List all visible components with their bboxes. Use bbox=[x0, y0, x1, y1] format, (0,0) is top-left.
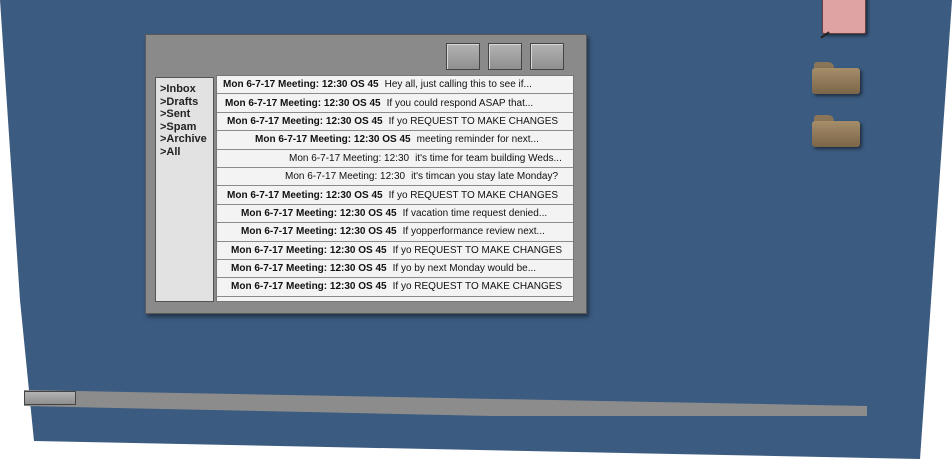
message-row[interactable]: Mon 6-7-17 Meeting: 12:30 OS 45 If yo REQ… bbox=[217, 242, 573, 260]
sidebar-folder-item[interactable]: >Sent bbox=[156, 108, 213, 121]
mail-window: >Inbox >Drafts >Sent >Spam >Archive >All Mon … bbox=[145, 34, 587, 314]
message-header: Mon 6-7-17 Meeting: 12:30 OS 45 bbox=[223, 79, 379, 91]
message-preview: Hey all, just calling this to see if... bbox=[384, 79, 532, 91]
message-header: Mon 6-7-17 Meeting: 12:30 OS 45 bbox=[255, 134, 411, 146]
message-header: Mon 6-7-17 Meeting: 12:30 OS 45 bbox=[231, 244, 387, 256]
message-header: Mon 6-7-17 Meeting: 12:30 OS 45 bbox=[241, 207, 397, 219]
message-header: Mon 6-7-17 Meeting: 12:30 OS 45 bbox=[225, 97, 381, 109]
message-row[interactable]: Mon 6-7-17 Meeting: 12:30 OS 45 If yopper… bbox=[217, 223, 573, 242]
message-preview: If you could respond ASAP that... bbox=[386, 97, 534, 109]
message-preview: it's time for team building Weds... bbox=[415, 152, 562, 164]
message-row[interactable]: Mon 6-7-17 Meeting: 12:30 OS 45 If yo by … bbox=[217, 260, 573, 279]
message-preview: If yo REQUEST TO MAKE CHANGES bbox=[392, 244, 563, 256]
message-preview: If yo REQUEST TO MAKE CHANGES bbox=[392, 281, 563, 293]
maximize-button[interactable] bbox=[488, 43, 522, 70]
message-preview: If yopperformance review next... bbox=[402, 226, 545, 238]
minimize-button[interactable] bbox=[446, 43, 480, 70]
message-preview: meeting reminder for next... bbox=[416, 134, 539, 146]
folder-sidebar: >Inbox >Drafts >Sent >Spam >Archive >All bbox=[155, 77, 214, 302]
message-header: Mon 6-7-17 Meeting: 12:30 OS 45 bbox=[227, 189, 383, 201]
message-row[interactable]: Mon 6-7-17 Meeting: 12:30 OS 45 If yo REQ… bbox=[217, 186, 573, 205]
message-preview: it's timcan you stay late Monday? bbox=[411, 171, 559, 183]
sidebar-folder-item[interactable]: >Inbox bbox=[156, 83, 213, 96]
sidebar-folder-item[interactable]: >Drafts bbox=[156, 96, 213, 109]
message-header: Mon 6-7-17 Meeting: 12:30 OS 45 bbox=[241, 226, 397, 238]
folder-icon[interactable] bbox=[812, 62, 860, 94]
message-row[interactable]: Mon 6-7-17 Meeting: 12:30 OS 45 If vacati… bbox=[217, 205, 573, 224]
message-row[interactable]: Mon 6-7-17 Meeting: 12:30 OS 45 If you co… bbox=[217, 94, 573, 113]
message-header: Mon 6-7-17 Meeting: 12:30 OS 45 bbox=[227, 115, 383, 127]
message-row[interactable]: Mon 6-7-17 Meeting: 12:30 it's time for t… bbox=[217, 150, 573, 168]
message-list: Mon 6-7-17 Meeting: 12:30 OS 45 Hey all, … bbox=[216, 75, 574, 302]
sidebar-folder-item[interactable]: >Archive bbox=[156, 133, 213, 146]
message-row[interactable]: Mon 6-7-17 Meeting: 12:30 OS 45 If yo REQ… bbox=[217, 278, 573, 297]
message-header: Mon 6-7-17 Meeting: 12:30 bbox=[285, 171, 406, 183]
message-preview: If yo REQUEST TO MAKE CHANGES bbox=[388, 189, 559, 201]
message-header: Mon 6-7-17 Meeting: 12:30 OS 45 bbox=[231, 263, 387, 275]
message-header: Mon 6-7-17 Meeting: 12:30 bbox=[289, 152, 410, 164]
message-row[interactable]: Mon 6-7-17 Meeting: 12:30 OS 45 Hey all, … bbox=[217, 76, 573, 95]
message-preview: If yo by next Monday would be... bbox=[392, 263, 537, 275]
message-preview: If yo REQUEST TO MAKE CHANGES bbox=[388, 115, 559, 127]
message-row[interactable]: Mon 6-7-17 Meeting: 12:30 OS 45 If yo REQ… bbox=[217, 113, 573, 132]
message-preview: If vacation time request denied... bbox=[402, 207, 548, 219]
sidebar-folder-item[interactable]: >All bbox=[156, 146, 213, 159]
folder-icon[interactable] bbox=[812, 115, 860, 147]
trash-icon[interactable] bbox=[822, 0, 866, 34]
close-button[interactable] bbox=[530, 43, 564, 70]
message-row[interactable]: Mon 6-7-17 Meeting: 12:30 OS 45 meeting r… bbox=[217, 131, 573, 150]
message-row[interactable]: Mon 6-7-17 Meeting: 12:30 it's timcan you… bbox=[217, 168, 573, 187]
message-header: Mon 6-7-17 Meeting: 12:30 OS 45 bbox=[231, 281, 387, 293]
start-button[interactable] bbox=[24, 391, 76, 405]
sidebar-folder-item[interactable]: >Spam bbox=[156, 121, 213, 134]
